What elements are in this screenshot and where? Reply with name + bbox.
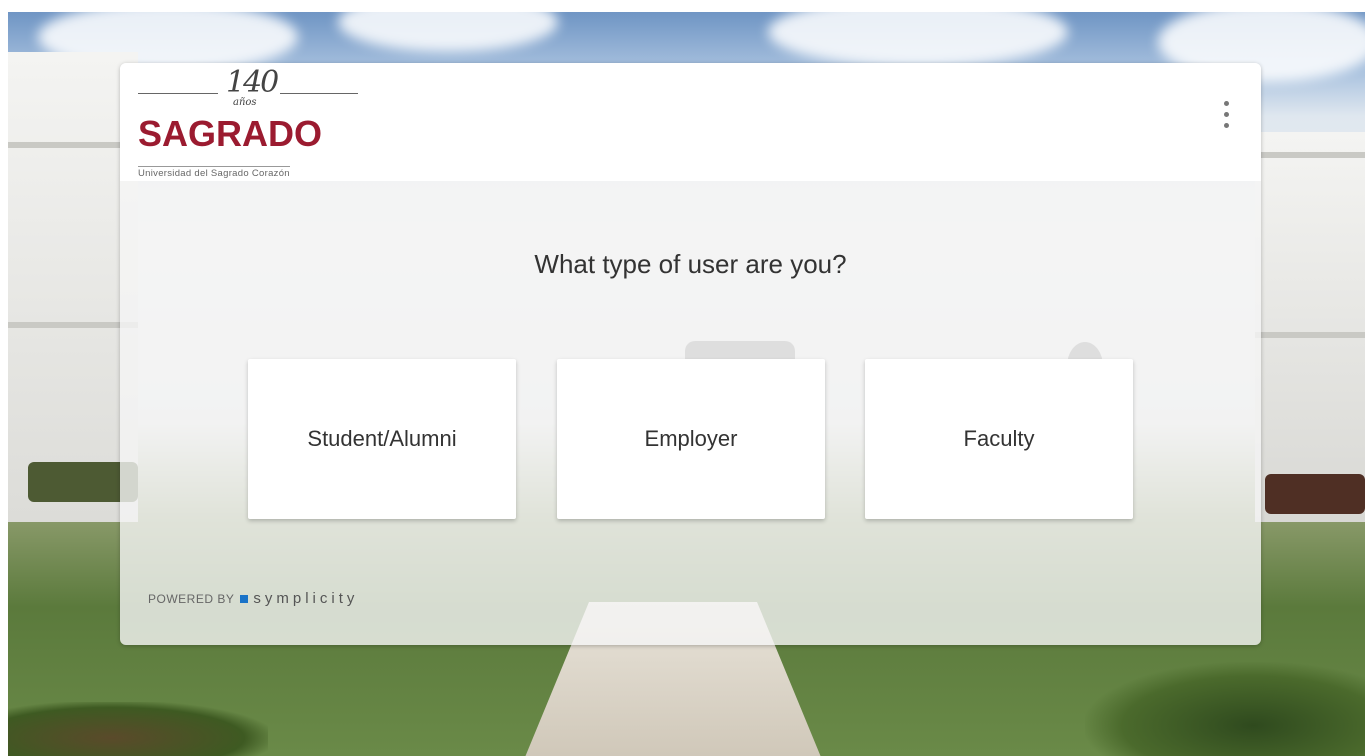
employer-button[interactable]: Employer — [557, 359, 825, 519]
card-header: 140 años SAGRADO Universidad del Sagrado… — [120, 63, 1261, 181]
logo-anniversary-number: 140 — [226, 65, 279, 100]
powered-by-footer: POWERED BY symplicity — [148, 590, 358, 607]
faculty-button[interactable]: Faculty — [865, 359, 1133, 519]
symplicity-square-icon — [240, 594, 249, 603]
user-type-card: 140 años SAGRADO Universidad del Sagrado… — [120, 63, 1261, 645]
logo-anniversary-word: años — [233, 97, 257, 108]
logo-brand: SAGRADO — [138, 113, 323, 154]
sagrado-logo: 140 años SAGRADO Universidad del Sagrado… — [138, 65, 358, 179]
student-alumni-button[interactable]: Student/Alumni — [248, 359, 516, 519]
user-type-question: What type of user are you? — [534, 249, 847, 279]
kebab-menu-icon[interactable] — [1221, 101, 1231, 137]
student-alumni-label: Student/Alumni — [307, 426, 457, 451]
logo-subline: Universidad del Sagrado Corazón — [138, 166, 290, 179]
faculty-label: Faculty — [963, 426, 1035, 451]
powered-by-label: POWERED BY — [148, 591, 235, 606]
employer-label: Employer — [644, 426, 738, 451]
symplicity-wordmark: symplicity — [253, 590, 359, 607]
